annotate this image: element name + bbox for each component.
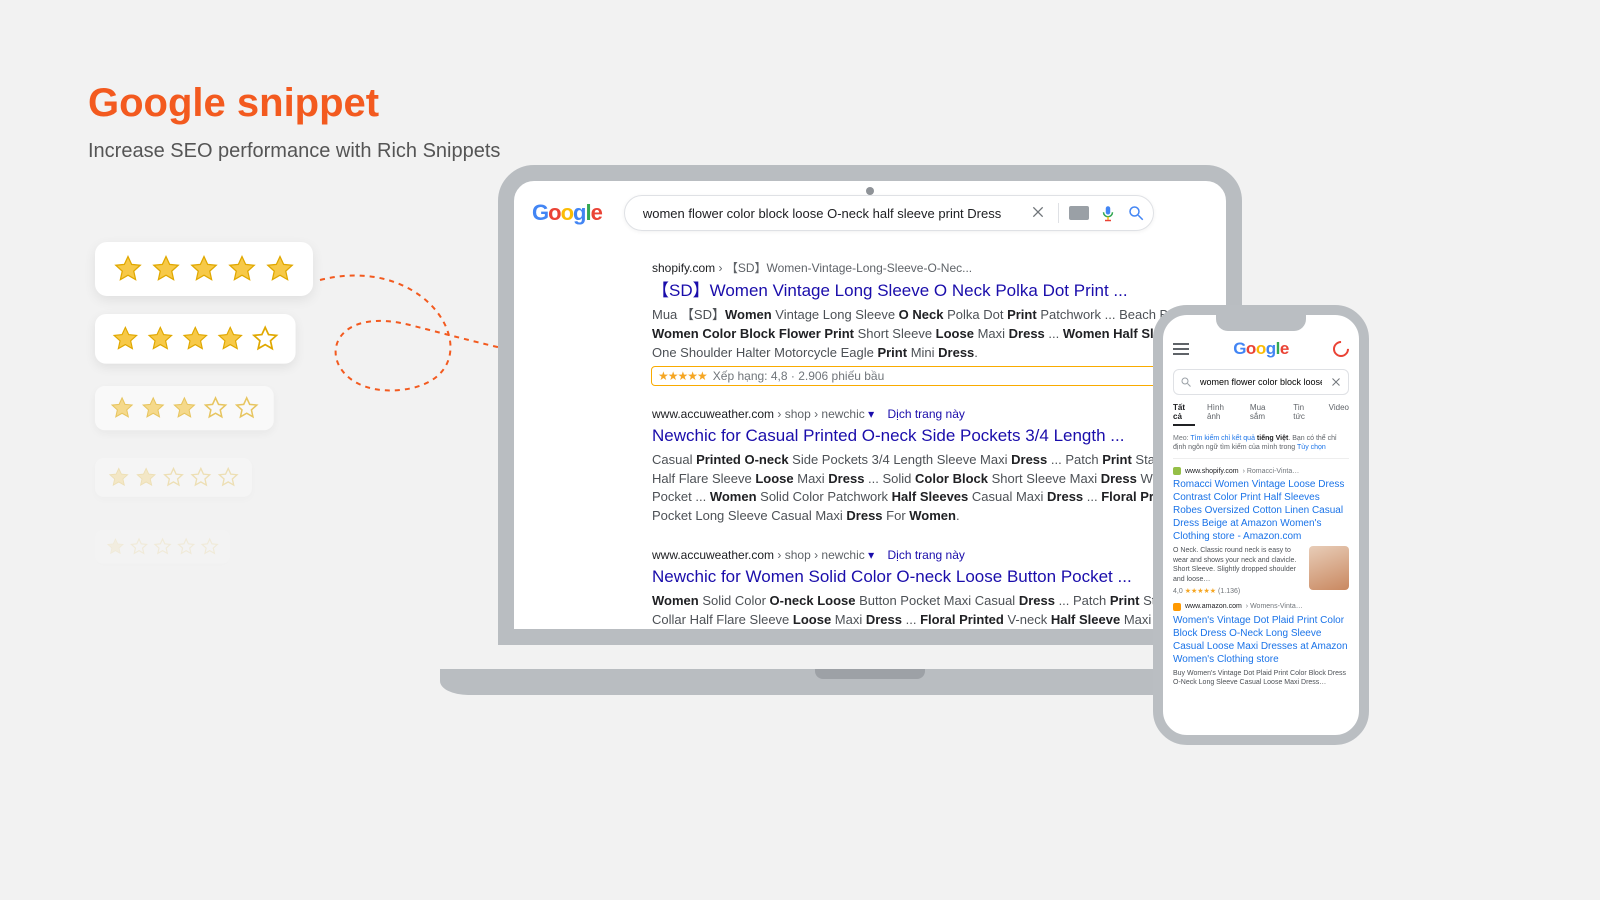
rating-snippet: ★★★★★Xếp hạng: 4,8 · 2.906 phiếu bầu: [652, 367, 1208, 385]
star-filled-icon: [216, 325, 244, 353]
star-filled-icon: [181, 325, 209, 353]
favicon-icon: [1173, 467, 1181, 475]
keyboard-icon[interactable]: [1069, 206, 1089, 220]
search-result: www.accuweather.com › shop › newchic ▾ D…: [652, 548, 1208, 629]
tab-all[interactable]: Tất cả: [1173, 403, 1195, 426]
search-icon[interactable]: [1127, 204, 1145, 222]
google-logo-mobile: Google: [1233, 339, 1289, 359]
search-input[interactable]: [641, 205, 1020, 222]
result-title[interactable]: 【SD】Women Vintage Long Sleeve O Neck Pol…: [652, 280, 1208, 302]
star-empty-icon: [190, 467, 212, 489]
google-serp-mobile: Google Tất cả Hình ảnh Mua sắm Tin tức V…: [1163, 315, 1359, 735]
star-empty-icon: [153, 537, 172, 556]
star-filled-icon: [141, 396, 166, 421]
star-empty-icon: [177, 537, 196, 556]
star-filled-icon: [151, 254, 181, 284]
star-empty-icon: [251, 325, 279, 353]
search-bar[interactable]: [624, 195, 1154, 231]
result-snippet: Buy Women's Vintage Dot Plaid Print Colo…: [1173, 669, 1349, 688]
star-filled-icon: [106, 537, 125, 556]
search-icon: [1180, 376, 1192, 388]
google-logo: Google: [532, 200, 602, 226]
result-snippet: Mua 【SD】Women Vintage Long Sleeve O Neck…: [652, 306, 1208, 363]
rating-card-4: [95, 314, 296, 364]
app-badge-icon[interactable]: [1330, 338, 1353, 361]
search-result: shopify.com › 【SD】Women-Vintage-Long-Sle…: [652, 259, 1208, 385]
search-bar-mobile[interactable]: [1173, 369, 1349, 395]
star-filled-icon: [112, 325, 140, 353]
star-filled-icon: [110, 396, 135, 421]
result-url: www.shopify.com › Romacci-Vinta…: [1173, 467, 1349, 475]
phone-mockup: Google Tất cả Hình ảnh Mua sắm Tin tức V…: [1153, 305, 1369, 745]
result-title[interactable]: Newchic for Women Solid Color O-neck Loo…: [652, 566, 1208, 588]
result-title[interactable]: Romacci Women Vintage Loose Dress Contra…: [1173, 478, 1349, 543]
star-filled-icon: [189, 254, 219, 284]
star-filled-icon: [147, 325, 175, 353]
result-title[interactable]: Women's Vintage Dot Plaid Print Color Bl…: [1173, 614, 1349, 666]
result-url: www.accuweather.com › shop › newchic ▾ D…: [652, 407, 1208, 421]
result-url: www.accuweather.com › shop › newchic ▾ D…: [652, 548, 1208, 562]
translate-link[interactable]: Dịch trang này: [888, 407, 965, 421]
clear-icon[interactable]: [1330, 376, 1342, 388]
favicon-icon: [1173, 603, 1181, 611]
star-empty-icon: [217, 467, 239, 489]
search-result-mobile: www.shopify.com › Romacci-Vinta… Romacci …: [1173, 467, 1349, 595]
star-empty-icon: [234, 396, 259, 421]
search-input-mobile[interactable]: [1198, 376, 1324, 388]
result-snippet: Casual Printed O-neck Side Pockets 3/4 L…: [652, 451, 1208, 526]
result-title[interactable]: Newchic for Casual Printed O-neck Side P…: [652, 425, 1208, 447]
rating-snippet: 4,0 ★★★★★ (1.136): [1173, 587, 1303, 595]
star-empty-icon: [203, 396, 228, 421]
star-empty-icon: [163, 467, 185, 489]
laptop-mockup: Google: [480, 165, 1260, 695]
mic-icon[interactable]: [1099, 204, 1117, 222]
page-subtitle: Increase SEO performance with Rich Snipp…: [88, 140, 500, 163]
star-filled-icon: [227, 254, 257, 284]
result-url: shopify.com › 【SD】Women-Vintage-Long-Sle…: [652, 259, 1208, 276]
result-snippet: Women Solid Color O-neck Loose Button Po…: [652, 592, 1208, 629]
menu-icon[interactable]: [1173, 343, 1189, 355]
language-tip: Meo: Tìm kiếm chỉ kết quả tiếng Việt. Bạ…: [1173, 434, 1349, 459]
star-rating-stack: [95, 242, 313, 584]
tab-shopping[interactable]: Mua sắm: [1250, 403, 1281, 426]
rating-card-5: [95, 242, 313, 296]
star-empty-icon: [130, 537, 149, 556]
google-serp-desktop: Google: [514, 181, 1226, 629]
star-filled-icon: [108, 467, 130, 489]
star-rating-icon: ★★★★★: [1185, 588, 1216, 595]
result-thumbnail: [1309, 546, 1349, 590]
hero-heading: Google snippet Increase SEO performance …: [88, 80, 500, 163]
rating-card-1: [95, 530, 230, 563]
star-rating-icon: ★★★★★: [658, 369, 707, 383]
search-tabs: Tất cả Hình ảnh Mua sắm Tin tức Video: [1173, 403, 1349, 426]
search-result: www.accuweather.com › shop › newchic ▾ D…: [652, 407, 1208, 526]
translate-link[interactable]: Dịch trang này: [888, 548, 965, 562]
result-url: www.amazon.com › Womens-Vinta…: [1173, 603, 1349, 611]
result-snippet: O Neck. Classic round neck is easy to we…: [1173, 546, 1303, 584]
search-result-mobile: www.amazon.com › Womens-Vinta… Women's Vi…: [1173, 603, 1349, 688]
star-filled-icon: [265, 254, 295, 284]
star-empty-icon: [200, 537, 219, 556]
page-title: Google snippet: [88, 80, 500, 126]
star-filled-icon: [113, 254, 143, 284]
tab-news[interactable]: Tin tức: [1293, 403, 1316, 426]
rating-card-2: [95, 458, 252, 497]
tab-images[interactable]: Hình ảnh: [1207, 403, 1238, 426]
star-filled-icon: [135, 467, 157, 489]
rating-card-3: [95, 386, 274, 430]
star-filled-icon: [172, 396, 197, 421]
clear-icon[interactable]: [1030, 204, 1048, 222]
tab-video[interactable]: Video: [1329, 403, 1349, 426]
